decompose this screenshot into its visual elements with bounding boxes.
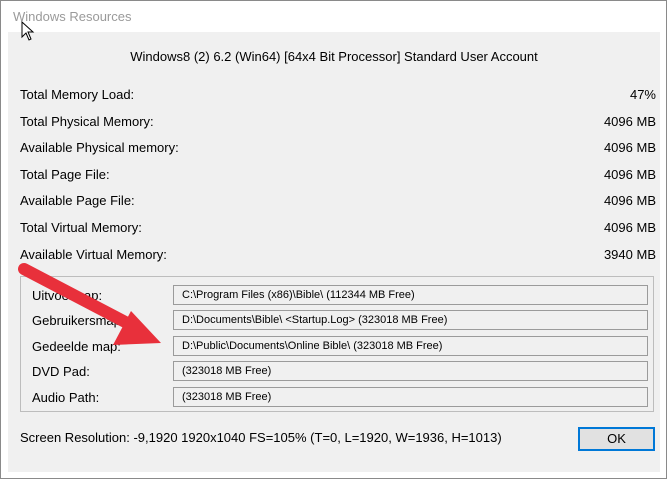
path-row-user: Gebruikersmap: D:\Documents\Bible\ <Star… (21, 310, 653, 334)
memory-row: Total Virtual Memory: 4096 MB (20, 220, 656, 238)
memory-row-label: Total Page File: (20, 167, 110, 182)
shared-path-field[interactable]: D:\Public\Documents\Online Bible\ (32301… (173, 336, 648, 356)
path-label: DVD Pad: (32, 364, 90, 379)
memory-row-value: 4096 MB (603, 140, 656, 155)
memory-row: Total Page File: 4096 MB (20, 167, 656, 185)
memory-row-label: Available Page File: (20, 193, 135, 208)
memory-row-label: Available Physical memory: (20, 140, 179, 155)
path-row-dvd: DVD Pad: (323018 MB Free) (21, 361, 653, 385)
path-row-output: Uitvoermap: C:\Program Files (x86)\Bible… (21, 285, 653, 309)
paths-group: Uitvoermap: C:\Program Files (x86)\Bible… (20, 276, 654, 412)
memory-row: Available Virtual Memory: 3940 MB (20, 247, 656, 265)
memory-row-label: Total Virtual Memory: (20, 220, 142, 235)
memory-row-value: 47% (629, 87, 656, 102)
user-path-field[interactable]: D:\Documents\Bible\ <Startup.Log> (32301… (173, 310, 648, 330)
memory-row: Available Page File: 4096 MB (20, 193, 656, 211)
path-row-shared: Gedeelde map: D:\Public\Documents\Online… (21, 336, 653, 360)
memory-row-label: Total Memory Load: (20, 87, 135, 102)
audio-path-field[interactable]: (323018 MB Free) (173, 387, 648, 407)
system-info-header: Windows8 (2) 6.2 (Win64) [64x4 Bit Proce… (130, 49, 538, 64)
memory-row-value: 4096 MB (603, 220, 656, 235)
memory-row-value: 4096 MB (603, 193, 656, 208)
memory-row: Total Memory Load: 47% (20, 87, 656, 105)
memory-row-value: 4096 MB (603, 114, 656, 129)
memory-row: Total Physical Memory: 4096 MB (20, 114, 656, 132)
memory-row-label: Total Physical Memory: (20, 114, 154, 129)
dialog-body: Windows8 (2) 6.2 (Win64) [64x4 Bit Proce… (8, 32, 660, 472)
path-label: Gedeelde map: (32, 339, 121, 354)
path-label: Uitvoermap: (32, 288, 103, 303)
title-bar[interactable]: Windows Resources (2, 2, 665, 32)
memory-row-value: 4096 MB (603, 167, 656, 182)
windows-resources-dialog: Windows Resources Windows8 (2) 6.2 (Win6… (0, 0, 667, 479)
ok-button[interactable]: OK (578, 427, 655, 451)
path-row-audio: Audio Path: (323018 MB Free) (21, 387, 653, 411)
path-label: Audio Path: (32, 390, 100, 405)
memory-row-label: Available Virtual Memory: (20, 247, 167, 262)
path-label: Gebruikersmap: (32, 313, 125, 328)
memory-row-value: 3940 MB (603, 247, 656, 262)
mouse-pointer-icon (21, 21, 35, 41)
output-path-field[interactable]: C:\Program Files (x86)\Bible\ (112344 MB… (173, 285, 648, 305)
screen-resolution-text: Screen Resolution: -9,1920 1920x1040 FS=… (20, 430, 502, 445)
memory-row: Available Physical memory: 4096 MB (20, 140, 656, 158)
dvd-path-field[interactable]: (323018 MB Free) (173, 361, 648, 381)
